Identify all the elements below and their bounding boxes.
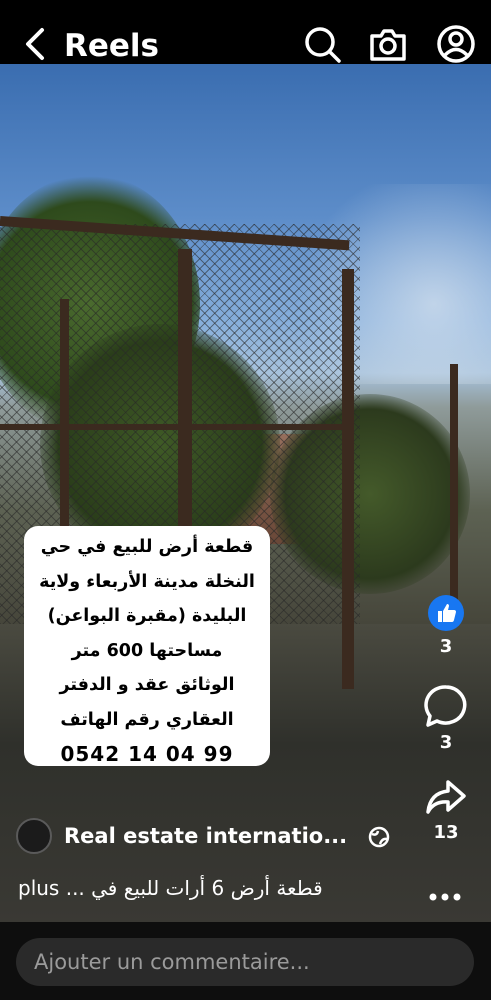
page-title: Reels (64, 28, 159, 64)
caption-line: العقاري رقم الهاتف (60, 709, 234, 730)
camera-icon[interactable] (368, 24, 408, 64)
caption-line: مساحتها 600 متر (71, 640, 223, 661)
comment-button[interactable]: 3 (418, 684, 474, 754)
globe-icon (368, 826, 390, 848)
share-icon (426, 780, 466, 814)
fence-post (342, 269, 354, 689)
caption-line: الوثائق عقد و الدفتر (59, 675, 235, 695)
search-icon[interactable] (302, 24, 342, 64)
like-count: 3 (439, 636, 453, 657)
comment-count: 3 (439, 732, 453, 753)
share-button[interactable]: 13 (418, 778, 474, 844)
share-count: 13 (433, 822, 459, 843)
like-icon (428, 595, 464, 631)
back-arrow-icon[interactable] (22, 24, 48, 64)
caption-line: البليدة (مقبرة البواعن) (47, 606, 247, 626)
more-options-icon[interactable] (429, 892, 461, 902)
fence-post (450, 364, 458, 614)
reels-header: Reels (0, 0, 491, 64)
comment-icon (424, 685, 467, 727)
caption-line: قطعة أرض للبيع في حي (40, 537, 254, 557)
comment-bar (0, 922, 491, 1000)
like-button[interactable]: 3 (418, 594, 474, 658)
avatar[interactable] (16, 818, 52, 854)
caption-phone: 0542 14 04 99 (60, 742, 234, 766)
author-row[interactable]: Real estate internatio... (16, 818, 396, 858)
profile-icon[interactable] (436, 24, 476, 64)
video-caption-overlay: قطعة أرض للبيع في حي النخلة مدينة الأربع… (24, 526, 270, 766)
caption-line: النخلة مدينة الأربعاء ولاية (39, 571, 255, 592)
description-text[interactable]: plus ... قطعة أرض 6 أرات للبيع في (18, 876, 323, 900)
fence-post (0, 424, 350, 430)
post-description[interactable]: plus ... قطعة أرض 6 أرات للبيع في (18, 876, 478, 910)
author-name[interactable]: Real estate internatio... (64, 824, 347, 848)
comment-input[interactable] (16, 938, 474, 986)
